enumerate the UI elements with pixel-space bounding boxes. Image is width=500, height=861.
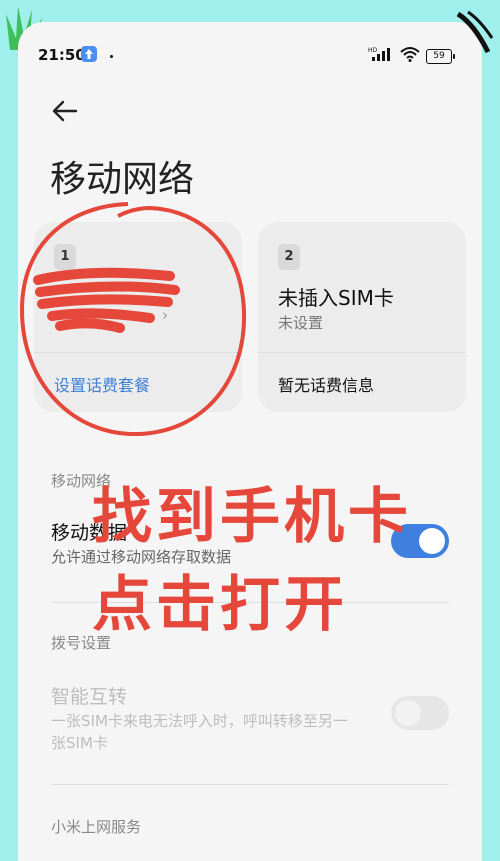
sim-slot-badge: 2 [278, 244, 300, 270]
toggle-knob [419, 528, 445, 554]
divider [51, 784, 449, 785]
sim-card-1[interactable]: 1 › 设置话费套餐 [34, 222, 242, 412]
annotation-tap-open: 点击打开 [92, 570, 348, 640]
divider [34, 352, 242, 353]
back-arrow-icon [52, 100, 78, 122]
battery-icon: 59 [426, 48, 455, 64]
phone-screen: 21:50 HD 59 移动网络 1 › 设置话费套餐 2 未插入SIM卡 未设… [18, 22, 482, 861]
toggle-knob [395, 700, 421, 726]
smart-forward-desc: 一张SIM卡来电无法呼入时，呼叫转移至另一 [51, 712, 348, 730]
sim-slot-badge: 1 [54, 244, 76, 270]
upload-icon [81, 46, 97, 62]
back-button[interactable] [48, 94, 82, 128]
sim-card-2[interactable]: 2 未插入SIM卡 未设置 暂无话费信息 [258, 222, 466, 412]
section-label-xiaomi-service: 小米上网服务 [51, 818, 142, 836]
notification-dot-icon [110, 55, 113, 58]
status-bar: 21:50 HD 59 [18, 22, 482, 76]
annotation-find-sim: 找到手机卡 [92, 482, 412, 552]
smart-forward-toggle[interactable] [391, 696, 449, 730]
wifi-icon [400, 46, 420, 66]
network-label: HD [368, 47, 378, 54]
signal-icon: HD [368, 46, 394, 66]
zebra-decoration [456, 10, 494, 54]
status-icons: HD 59 [368, 46, 455, 66]
page-title: 移动网络 [50, 159, 195, 200]
smart-forward-title[interactable]: 智能互转 [51, 682, 127, 709]
set-plan-link[interactable]: 设置话费套餐 [54, 372, 150, 396]
chevron-right-icon[interactable]: › [162, 306, 168, 324]
status-time: 21:50 [38, 46, 86, 64]
smart-forward-desc-2: 张SIM卡 [51, 734, 108, 752]
plan-info: 暂无话费信息 [278, 376, 375, 395]
divider [258, 352, 466, 353]
sim-status: 未设置 [278, 314, 324, 332]
sim-name: 未插入SIM卡 [278, 286, 394, 310]
